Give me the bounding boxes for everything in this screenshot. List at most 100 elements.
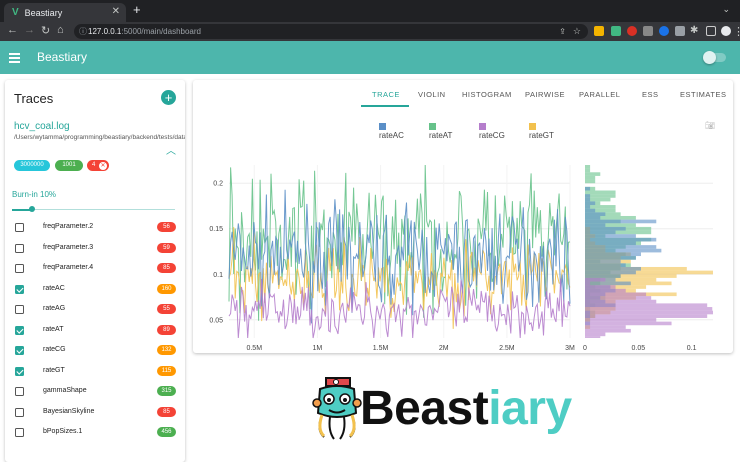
parameter-row[interactable]: freqParameter.4 85 [5, 258, 185, 279]
browser-tab-bar: V Beastiary ✕ + ⌄ [0, 0, 740, 22]
app-title: Beastiary [37, 50, 88, 64]
chip-states: 1001 [55, 160, 83, 171]
parameter-row[interactable]: gammaShape 315 [5, 381, 185, 402]
parameter-checkbox[interactable] [15, 346, 24, 355]
parameter-checkbox[interactable] [15, 407, 24, 417]
parameter-row[interactable]: rateCG 132 [5, 340, 185, 361]
parameter-checkbox[interactable] [15, 305, 24, 314]
menu-icon[interactable] [9, 53, 20, 65]
hist-tick-label: 0.05 [632, 345, 646, 352]
histogram-bar-rateAC [585, 223, 606, 227]
histogram-bar-rateAC [585, 215, 601, 220]
url-path: :5000/main/dashboard [121, 27, 201, 36]
histogram-bar-rateAC [585, 266, 641, 271]
browser-menu-icon[interactable]: ⋮ [733, 25, 740, 38]
chip-samples: 3000000 [14, 160, 50, 171]
parameter-row[interactable]: BayesianSkyline 85 [5, 402, 185, 423]
back-icon[interactable]: ← [7, 24, 18, 36]
histogram-bar-rateCG [585, 292, 647, 297]
histogram-bar-rateCG [585, 332, 606, 337]
extension-lock-icon[interactable] [594, 26, 604, 36]
burnin-label: Burn-in 10% [12, 190, 57, 199]
extension-gray-icon[interactable] [643, 26, 653, 36]
parameter-checkbox[interactable] [15, 325, 24, 335]
ess-badge: 132 [157, 345, 176, 355]
app-bar: Beastiary [0, 41, 740, 74]
parameter-row[interactable]: rateGT 115 [5, 361, 185, 382]
side-panel-icon[interactable] [706, 26, 716, 36]
histogram-bar-rateAC [585, 201, 596, 206]
chip-errors[interactable]: 4 ✕ [87, 160, 109, 171]
chip-errors-count: 4 [92, 162, 96, 168]
y-tick-label: 0.2 [213, 181, 223, 188]
parameter-name: rateCG [43, 346, 66, 353]
parameter-checkbox[interactable] [15, 284, 24, 294]
parameter-name: rateAG [43, 305, 66, 312]
histogram-bar-rateAC [585, 274, 621, 278]
url-field[interactable]: ⓘ 127.0.0.1:5000/main/dashboard ⇪ ☆ [74, 24, 588, 39]
parameter-row[interactable]: rateAC 160 [5, 279, 185, 300]
histogram-bar-rateCG [585, 299, 657, 304]
bookmark-star-icon[interactable]: ☆ [573, 24, 581, 39]
histogram-bar-rateCG [585, 314, 708, 318]
tab-search-icon[interactable]: ⌄ [722, 4, 730, 15]
histogram-bar-rateAT [585, 179, 596, 184]
hist-tick-label: 0.1 [687, 345, 697, 352]
dark-mode-toggle[interactable] [703, 51, 726, 64]
x-tick-label: 1M [313, 345, 323, 352]
histogram-bar-rateAC [585, 245, 657, 249]
burnin-slider-track[interactable] [12, 209, 175, 210]
histogram-bar-rateCG [585, 296, 652, 300]
parameter-name: rateAC [43, 284, 65, 292]
parameter-row[interactable]: rateAT 89 [5, 320, 185, 341]
beast-mascot-icon [312, 377, 362, 440]
extension-gray2-icon[interactable] [675, 26, 685, 36]
parameter-name: bPopSizes.1 [43, 428, 83, 435]
close-circle-icon[interactable]: ✕ [99, 161, 107, 170]
ess-badge: 89 [157, 324, 176, 335]
add-trace-button[interactable]: + [161, 90, 176, 105]
histogram-bar-rateAC [585, 248, 662, 253]
y-tick-label: 0.05 [209, 317, 223, 324]
vue-favicon-icon: V [12, 7, 19, 18]
x-tick-label: 3M [565, 345, 575, 352]
x-tick-label: 2.5M [499, 345, 515, 352]
parameter-checkbox[interactable] [15, 366, 24, 376]
chart-panel: TRACE VIOLIN HISTOGRAM PAIRWISE PARALLEL… [193, 80, 733, 353]
reload-icon[interactable]: ↻ [41, 24, 50, 37]
extension-blue-icon[interactable] [659, 26, 669, 36]
home-icon[interactable]: ⌂ [57, 24, 64, 36]
browser-tab[interactable]: V Beastiary ✕ [4, 3, 126, 22]
chevron-up-icon[interactable]: ︿ [166, 142, 176, 157]
site-info-icon[interactable]: ⓘ [79, 24, 87, 39]
new-tab-icon[interactable]: + [133, 2, 141, 17]
close-tab-icon[interactable]: ✕ [112, 6, 120, 17]
burnin-slider-handle[interactable] [29, 206, 35, 212]
forward-icon[interactable]: → [24, 24, 35, 36]
parameter-checkbox[interactable] [15, 428, 24, 437]
parameter-checkbox[interactable] [15, 264, 24, 273]
profile-avatar[interactable] [721, 26, 731, 36]
ess-badge: 55 [157, 304, 176, 314]
parameter-name: rateGT [43, 366, 65, 374]
parameter-row[interactable]: bPopSizes.1 456 [5, 422, 185, 443]
extensions-puzzle-icon[interactable]: ✱ [690, 25, 698, 36]
parameter-row[interactable]: freqParameter.2 56 [5, 217, 185, 238]
histogram-bar-rateAC [585, 252, 641, 257]
parameter-row[interactable]: freqParameter.3 59 [5, 238, 185, 259]
extension-red-icon[interactable] [627, 26, 637, 36]
histogram-bar-rateCG [585, 317, 657, 322]
histogram-bar-rateAT [585, 175, 596, 180]
histogram-bar-rateAT [585, 168, 591, 173]
histogram-bar-rateAC [585, 197, 591, 202]
trace-file-name[interactable]: hcv_coal.log [14, 121, 70, 132]
parameter-checkbox[interactable] [15, 243, 24, 253]
parameter-row[interactable]: rateAG 55 [5, 299, 185, 320]
address-bar-row: ← → ↻ ⌂ ⓘ 127.0.0.1:5000/main/dashboard … [0, 22, 740, 41]
share-icon[interactable]: ⇪ [559, 24, 566, 39]
parameter-checkbox[interactable] [15, 387, 24, 396]
extension-vue-icon[interactable] [611, 26, 621, 36]
parameter-checkbox[interactable] [15, 223, 24, 232]
parameter-name: freqParameter.3 [43, 243, 94, 251]
histogram-bar-rateAC [585, 230, 616, 235]
